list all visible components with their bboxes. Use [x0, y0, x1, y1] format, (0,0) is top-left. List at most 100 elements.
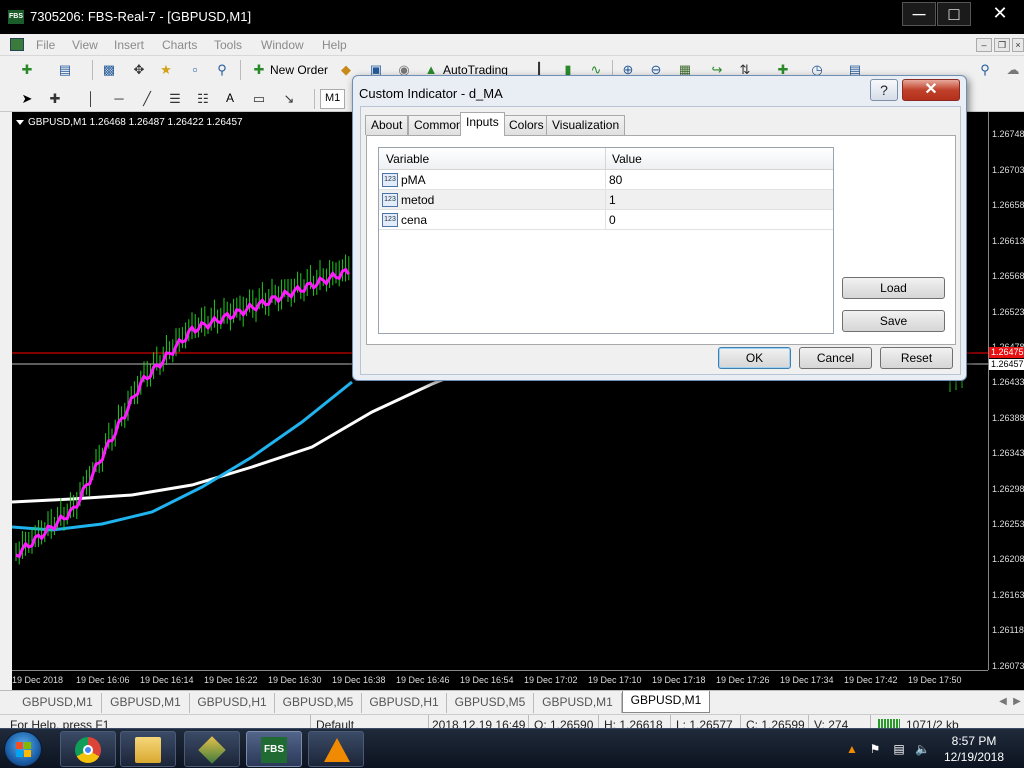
tab-visualization[interactable]: Visualization — [546, 115, 626, 135]
equidistant-channel-icon[interactable]: ☰ — [166, 90, 184, 108]
chart-tab-active[interactable]: GBPUSD,M1 — [622, 691, 710, 713]
ok-button[interactable]: OK — [718, 347, 791, 369]
inputs-tab-panel: Variable Value 123 pMA 80 123 metod 1 12… — [366, 135, 956, 345]
horizontal-line-icon[interactable]: ─ — [110, 90, 128, 108]
mdi-minimize-button[interactable]: – — [976, 38, 992, 52]
chart-tab[interactable]: GBPUSD,M1 — [102, 693, 190, 713]
menu-tools[interactable]: Tools — [214, 38, 242, 52]
tab-inputs[interactable]: Inputs — [460, 112, 505, 136]
price-tick-label: 1.26118 — [992, 625, 1024, 635]
vlc-tray-icon[interactable]: ▲ — [845, 742, 859, 756]
crosshair-icon[interactable]: ✚ — [46, 90, 64, 108]
strategy-tester-icon[interactable]: ⚲ — [213, 61, 231, 79]
table-row[interactable]: 123 pMA 80 — [379, 170, 833, 190]
tab-colors[interactable]: Colors — [503, 115, 550, 135]
market-watch-icon[interactable]: ▩ — [100, 61, 118, 79]
clock-date[interactable]: 12/19/2018 — [940, 750, 1008, 764]
profiles-icon[interactable]: ▤ — [56, 61, 74, 79]
action-center-flag-icon[interactable]: ⚑ — [868, 742, 882, 756]
menu-file[interactable]: File — [36, 38, 55, 52]
minimize-button[interactable]: ─ — [902, 2, 936, 26]
chart-tab[interactable]: GBPUSD,M5 — [275, 693, 362, 713]
navigator-icon[interactable]: ★ — [157, 61, 175, 79]
column-separator — [605, 170, 606, 190]
taskbar-vlc[interactable] — [308, 731, 364, 767]
taskbar-chrome[interactable] — [60, 731, 116, 767]
variable-value[interactable]: 0 — [609, 213, 616, 227]
magenta-moving-average — [15, 267, 351, 559]
vlc-icon — [324, 738, 350, 762]
menu-charts[interactable]: Charts — [162, 38, 197, 52]
arrows-icon[interactable]: ↘ — [280, 90, 298, 108]
search-icon[interactable]: ⚲ — [976, 61, 994, 79]
time-tick-label: 19 Dec 16:14 — [140, 675, 194, 685]
network-icon[interactable]: ▤ — [892, 742, 906, 756]
menu-insert[interactable]: Insert — [114, 38, 144, 52]
chart-tab[interactable]: GBPUSD,M1 — [534, 693, 622, 713]
table-row[interactable]: 123 metod 1 — [379, 190, 833, 210]
chart-tab[interactable]: GBPUSD,M5 — [447, 693, 534, 713]
reset-button[interactable]: Reset — [880, 347, 953, 369]
price-tick-label: 1.26658 — [992, 200, 1024, 210]
inputs-table: Variable Value 123 pMA 80 123 metod 1 12… — [378, 147, 834, 334]
new-order-button[interactable]: New Order — [270, 63, 328, 77]
volume-icon[interactable]: 🔈 — [915, 742, 930, 756]
time-tick-label: 19 Dec 16:30 — [268, 675, 322, 685]
chart-tab[interactable]: GBPUSD,M1 — [14, 693, 102, 713]
vertical-line-icon[interactable]: │ — [82, 90, 100, 108]
taskbar-metaeditor[interactable] — [184, 731, 240, 767]
fbs-app-icon: FBS — [261, 737, 287, 763]
cursor-icon[interactable]: ➤ — [18, 90, 36, 108]
price-tick-label: 1.26703 — [992, 165, 1024, 175]
window-close-button[interactable]: ✕ — [983, 2, 1017, 26]
integer-variable-icon: 123 — [382, 193, 398, 207]
trendline-icon[interactable]: ╱ — [138, 90, 156, 108]
chart-menu-arrow-icon[interactable] — [16, 119, 24, 125]
price-tick-label: 1.26163 — [992, 590, 1024, 600]
price-tick-label: 1.26298 — [992, 484, 1024, 494]
toolbar-separator — [92, 60, 93, 80]
timeframe-m1-button[interactable]: M1 — [320, 89, 346, 109]
clock-time[interactable]: 8:57 PM — [940, 734, 1008, 748]
start-button[interactable] — [4, 731, 42, 767]
variable-value[interactable]: 80 — [609, 173, 622, 187]
chart-tab[interactable]: GBPUSD,H1 — [190, 693, 275, 713]
menu-window[interactable]: Window — [261, 38, 304, 52]
table-header: Variable Value — [379, 148, 833, 170]
cancel-button[interactable]: Cancel — [799, 347, 872, 369]
taskbar-fbs-terminal[interactable]: FBS — [246, 731, 302, 767]
new-chart-icon[interactable]: ✚ — [18, 61, 36, 79]
new-order-icon[interactable]: ✚ — [250, 61, 268, 79]
mdi-close-button[interactable]: × — [1012, 38, 1024, 52]
chat-icon[interactable]: ☁ — [1004, 61, 1022, 79]
chart-tab[interactable]: GBPUSD,H1 — [362, 693, 447, 713]
data-window-icon[interactable]: ✥ — [130, 61, 148, 79]
tabs-scroll-right-icon[interactable]: ▶ — [1008, 693, 1024, 711]
menu-view[interactable]: View — [72, 38, 98, 52]
taskbar-file-explorer[interactable] — [120, 731, 176, 767]
time-tick-label: 19 Dec 16:38 — [332, 675, 386, 685]
save-button[interactable]: Save — [842, 310, 945, 332]
variable-value[interactable]: 1 — [609, 193, 616, 207]
time-tick-label: 19 Dec 17:10 — [588, 675, 642, 685]
fibonacci-icon[interactable]: ☷ — [194, 90, 212, 108]
mdi-restore-button[interactable]: ❐ — [994, 38, 1010, 52]
price-tick-label: 1.26253 — [992, 519, 1024, 529]
terminal-icon[interactable]: ▫ — [186, 61, 204, 79]
time-tick-label: 19 Dec 16:54 — [460, 675, 514, 685]
table-row[interactable]: 123 cena 0 — [379, 210, 833, 230]
blue-moving-average — [12, 380, 353, 532]
dialog-close-button[interactable]: ✕ — [902, 79, 960, 101]
integer-variable-icon: 123 — [382, 213, 398, 227]
maximize-button[interactable]: □ — [937, 2, 971, 26]
windows-logo-icon — [16, 742, 32, 758]
text-tool-button[interactable]: A — [226, 91, 234, 105]
dialog-help-button[interactable]: ? — [870, 79, 898, 101]
menu-help[interactable]: Help — [322, 38, 347, 52]
column-header-value[interactable]: Value — [612, 152, 642, 166]
custom-indicator-dialog: Custom Indicator - d_MA ? ✕ About Common… — [352, 75, 967, 381]
text-label-icon[interactable]: ▭ — [250, 90, 268, 108]
tab-about[interactable]: About — [365, 115, 409, 135]
column-header-variable[interactable]: Variable — [386, 152, 429, 166]
load-button[interactable]: Load — [842, 277, 945, 299]
